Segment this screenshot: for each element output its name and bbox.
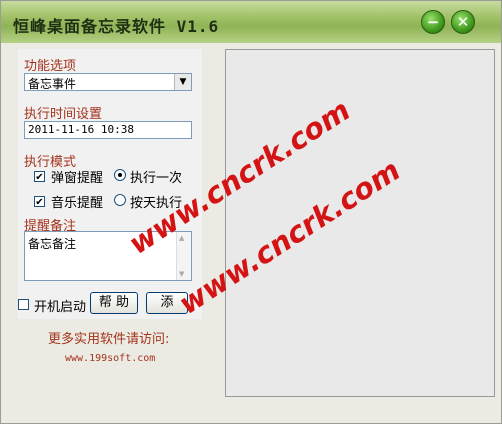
run-daily-radio[interactable]: [114, 194, 126, 206]
minimize-button[interactable]: −: [421, 10, 445, 34]
run-once-radio[interactable]: [114, 169, 126, 181]
website-link[interactable]: www.199soft.com: [65, 353, 155, 364]
close-button[interactable]: ✕: [451, 10, 475, 34]
preview-panel: [225, 49, 495, 397]
startup-checkbox[interactable]: [18, 299, 29, 310]
function-select[interactable]: 备忘事件 ▼: [24, 73, 192, 91]
popup-reminder-label: 弹窗提醒: [51, 171, 104, 186]
popup-reminder-checkbox[interactable]: ✔: [34, 171, 45, 183]
window-title: 恒峰桌面备忘录软件 V1.6: [13, 17, 220, 36]
visit-text: 更多实用软件请访问:: [48, 332, 170, 347]
music-reminder-checkbox[interactable]: ✔: [34, 196, 45, 208]
note-text: 备忘备注: [28, 237, 77, 251]
minimize-icon: −: [426, 12, 440, 31]
scroll-down-icon[interactable]: ▼: [179, 270, 184, 278]
function-select-value: 备忘事件: [28, 77, 77, 91]
chevron-down-icon[interactable]: ▼: [174, 74, 191, 90]
help-button[interactable]: 帮 助: [90, 292, 138, 314]
music-reminder-label: 音乐提醒: [51, 196, 104, 211]
time-input[interactable]: 2011-11-16 10:38: [24, 121, 192, 139]
function-label: 功能选项: [24, 59, 77, 74]
startup-label: 开机启动: [34, 300, 87, 315]
title-bar[interactable]: 恒峰桌面备忘录软件 V1.6 − ✕: [1, 1, 501, 43]
run-once-label: 执行一次: [130, 171, 183, 186]
app-window: 恒峰桌面备忘录软件 V1.6 − ✕ 功能选项 备忘事件 ▼ 执行时间设置 20…: [0, 0, 502, 424]
close-icon: ✕: [456, 12, 470, 31]
note-scrollbar[interactable]: ▲ ▼: [176, 232, 191, 280]
time-label: 执行时间设置: [24, 107, 103, 122]
